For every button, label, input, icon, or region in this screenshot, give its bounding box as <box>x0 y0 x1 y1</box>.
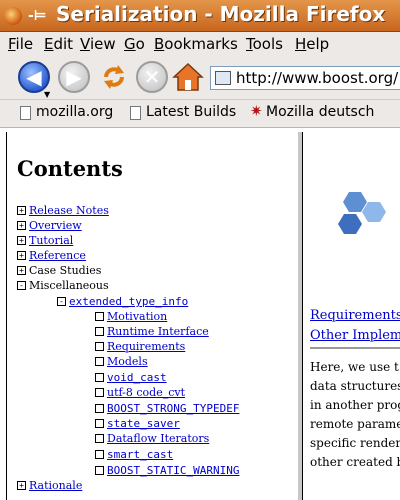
collapse-icon[interactable]: - <box>17 281 26 290</box>
frame-splitter[interactable] <box>298 132 303 500</box>
page-icon <box>130 106 141 120</box>
expand-icon[interactable]: + <box>17 221 26 230</box>
menu-go[interactable]: Go <box>124 35 145 53</box>
toc-link[interactable]: Dataflow Iterators <box>107 432 209 445</box>
content-area: Contents + Release Notes + Overview + Tutoria… <box>0 128 400 500</box>
collapse-icon[interactable]: - <box>57 297 66 306</box>
bookmark-label: Mozilla deutsch <box>266 104 375 120</box>
toc-link[interactable]: state_saver <box>107 417 180 430</box>
requirements-link[interactable]: Requirements <box>310 308 400 323</box>
stop-button[interactable]: ✕ <box>136 61 168 93</box>
menu-file[interactable]: File <box>8 35 33 53</box>
bookmarks-toolbar: mozilla.org Latest Builds ✷ Mozilla deut… <box>0 100 400 128</box>
title-bar: -⊨ Serialization - Mozilla Firefox <box>0 0 400 32</box>
navigation-toolbar: ◀ ▼ ▶ ✕ http://www.boost.org/ <box>0 54 400 100</box>
leaf-box-icon <box>95 450 104 459</box>
main-frame[interactable]: Requirements Other Impleme Here, we use … <box>304 132 400 500</box>
toc-frame[interactable]: Contents + Release Notes + Overview + Tutoria… <box>6 132 300 500</box>
toc-link[interactable]: Requirements <box>107 340 185 353</box>
leaf-box-icon <box>95 357 104 366</box>
toc-link[interactable]: Release Notes <box>29 204 109 217</box>
url-bar[interactable]: http://www.boost.org/ <box>210 66 400 90</box>
pin-icon[interactable]: -⊨ <box>28 7 47 25</box>
toc-label: Miscellaneous <box>29 279 109 292</box>
page-icon <box>20 106 31 120</box>
toc-link[interactable]: Reference <box>29 249 86 262</box>
leaf-box-icon <box>95 466 104 475</box>
toc-link[interactable]: Tutorial <box>29 234 73 247</box>
toc-link[interactable]: BOOST_STRONG_TYPEDEF <box>107 402 239 415</box>
leaf-box-icon <box>95 434 104 443</box>
expand-icon[interactable]: + <box>17 206 26 215</box>
home-button[interactable] <box>172 61 204 93</box>
paragraph-line: Here, we use t <box>310 360 399 374</box>
toc-link[interactable]: BOOST_STATIC_WARNING <box>107 464 239 477</box>
menu-view[interactable]: View <box>80 35 116 53</box>
leaf-box-icon <box>95 327 104 336</box>
window-title: Serialization - Mozilla Firefox <box>56 2 386 26</box>
paragraph-line: in another prog <box>310 398 400 412</box>
other-implementations-link[interactable]: Other Impleme <box>310 328 400 343</box>
reload-button[interactable] <box>98 61 130 93</box>
menu-edit[interactable]: Edit <box>44 35 73 53</box>
paragraph-line: other created b <box>310 455 400 469</box>
boost-logo-icon <box>338 192 386 234</box>
toc-link[interactable]: utf-8 code_cvt <box>107 386 185 399</box>
toc-link[interactable]: Motivation <box>107 310 167 323</box>
home-icon <box>172 62 204 91</box>
mozilla-star-icon: ✷ <box>250 102 263 120</box>
leaf-box-icon <box>95 373 104 382</box>
menu-tools[interactable]: Tools <box>246 35 283 53</box>
expand-icon[interactable]: + <box>17 236 26 245</box>
leaf-box-icon <box>95 388 104 397</box>
back-button[interactable]: ◀ <box>18 61 50 93</box>
menu-bar: File Edit View Go Bookmarks Tools Help <box>0 32 400 54</box>
toc-link[interactable]: Runtime Interface <box>107 325 209 338</box>
expand-icon[interactable]: + <box>17 251 26 260</box>
expand-icon[interactable]: + <box>17 266 26 275</box>
bookmark-label: Latest Builds <box>146 104 237 120</box>
stop-x-icon: ✕ <box>143 65 161 89</box>
toc-link[interactable]: Overview <box>29 219 82 232</box>
url-text[interactable]: http://www.boost.org/ <box>236 69 398 87</box>
firefox-icon <box>4 7 22 25</box>
toc-link[interactable]: Rationale <box>29 479 82 492</box>
paragraph-line: remote parame <box>310 417 400 431</box>
menu-bookmarks[interactable]: Bookmarks <box>154 35 238 53</box>
forward-arrow-icon: ▶ <box>66 65 82 89</box>
toc-label: Case Studies <box>29 264 102 277</box>
leaf-box-icon <box>95 312 104 321</box>
expand-icon[interactable]: + <box>17 481 26 490</box>
menu-help[interactable]: Help <box>295 35 329 53</box>
forward-button[interactable]: ▶ <box>58 61 90 93</box>
toc-title: Contents <box>17 156 123 181</box>
page-icon <box>215 71 231 85</box>
toc-link[interactable]: Models <box>107 355 148 368</box>
bookmark-label: mozilla.org <box>36 104 114 120</box>
leaf-box-icon <box>95 419 104 428</box>
back-dropdown-icon[interactable]: ▼ <box>44 90 50 99</box>
reload-icon <box>104 65 124 89</box>
back-arrow-icon: ◀ <box>26 65 42 89</box>
toc-link[interactable]: void_cast <box>107 371 167 384</box>
leaf-box-icon <box>95 342 104 351</box>
paragraph-line: data structures <box>310 379 400 393</box>
horizontal-rule <box>310 347 400 349</box>
paragraph-line: specific render <box>310 436 400 450</box>
leaf-box-icon <box>95 404 104 413</box>
toc-link[interactable]: extended_type_info <box>69 295 188 308</box>
toc-link[interactable]: smart_cast <box>107 448 173 461</box>
